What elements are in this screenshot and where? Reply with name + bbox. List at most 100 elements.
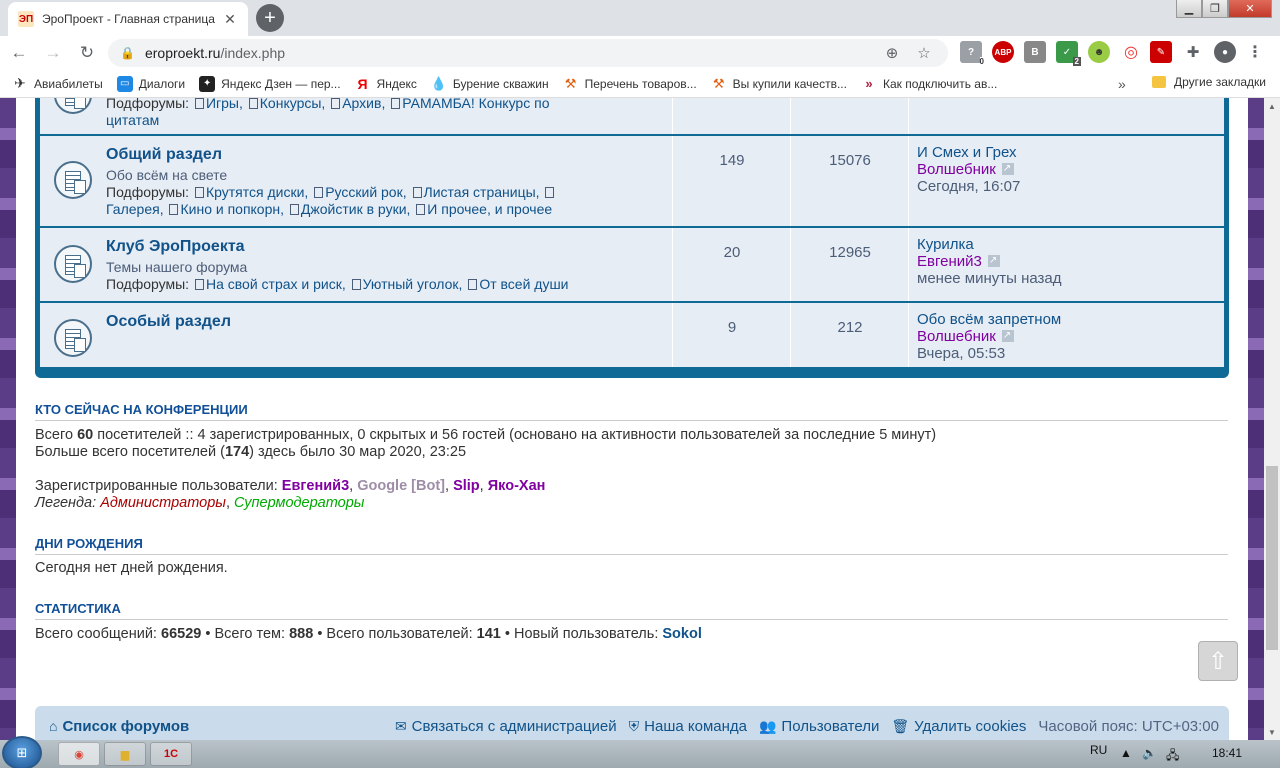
scroll-to-top-button[interactable]: ⇧ [1198, 641, 1238, 681]
forum-page: Подфорумы: Игры, Конкурсы, Архив, РАМАМБ… [16, 98, 1248, 740]
last-post-author-link[interactable]: Волшебник [917, 161, 996, 178]
scroll-up-arrow-icon[interactable]: ▲ [1264, 98, 1280, 114]
scrollbar-thumb[interactable] [1266, 466, 1278, 650]
bookmark-item[interactable]: 💧 Бурение скважин [431, 76, 549, 92]
new-tab-button[interactable]: + [256, 4, 284, 32]
scroll-down-arrow-icon[interactable]: ▼ [1264, 724, 1280, 740]
bookmark-item[interactable]: ✦ Яндекс Дзен — пер... [199, 75, 341, 92]
delete-cookies-link[interactable]: 🗑 Удалить cookies [891, 718, 1026, 735]
url-text[interactable]: eroproekt.ru/index.php [145, 45, 872, 61]
subforum-link[interactable]: Уютный уголок, [363, 276, 463, 292]
target-extension-icon[interactable]: ◎ [1120, 41, 1142, 63]
maximize-window-button[interactable]: ❐ [1202, 0, 1228, 18]
browser-tab-active[interactable]: ЭП ЭроПроект - Главная страница ✕ [8, 2, 248, 36]
language-indicator[interactable]: RU [1090, 743, 1107, 757]
forum-read-icon [54, 161, 92, 199]
bookmark-star-icon[interactable]: ☆ [912, 44, 936, 62]
forum-title-link[interactable]: Клуб ЭроПроекта [106, 238, 245, 256]
last-post-time: менее минуты назад [917, 270, 1062, 287]
bookmark-item[interactable]: Я Яндекс [355, 76, 417, 92]
subforum-link[interactable]: Конкурсы, [260, 98, 326, 111]
forum-title-link[interactable]: Общий раздел [106, 146, 222, 164]
last-post-topic-link[interactable]: Курилка [917, 236, 1062, 253]
page-scrollbar[interactable]: ▲ ▼ [1264, 98, 1280, 740]
windows-start-button[interactable]: ⊞ [2, 736, 42, 768]
goto-last-post-icon[interactable] [1001, 327, 1014, 344]
subforum-link[interactable]: И прочее, и прочее [427, 201, 552, 217]
footer-navbar: ⌂ Список форумов ✉ Связаться с администрац… [35, 706, 1229, 740]
last-post-topic-link[interactable]: И Смех и Грех [917, 144, 1020, 161]
subforum-link[interactable]: Русский рок, [325, 184, 406, 200]
registered-users: Зарегистрированные пользователи: Евгений… [35, 478, 546, 494]
legend-admins-link[interactable]: Администраторы [100, 495, 226, 511]
chrome-taskbar-icon[interactable]: ◉ [58, 742, 100, 766]
reload-icon[interactable]: ↻ [72, 38, 102, 68]
goto-last-post-icon[interactable] [1001, 160, 1014, 177]
window-controls: ▁ ❐ ✕ [1176, 0, 1272, 18]
extension-puzzle-badge[interactable]: ? 0 [960, 41, 984, 66]
user-link[interactable]: Google [Bot] [357, 478, 445, 494]
last-post-topic-link[interactable]: Обо всём запретном [917, 311, 1061, 328]
explorer-taskbar-icon[interactable]: ▆ [104, 742, 146, 766]
bookmark-item[interactable]: » Как подключить ав... [861, 76, 997, 92]
forum-read-icon [54, 98, 92, 114]
forum-title-link[interactable]: Особый раздел [106, 313, 231, 331]
legend-mods-link[interactable]: Супермодераторы [234, 495, 364, 511]
extensions-puzzle-icon[interactable]: ✚ [1182, 41, 1204, 63]
more-bookmarks-chevron-icon[interactable]: » [1118, 76, 1126, 92]
goto-last-post-icon[interactable] [987, 252, 1000, 269]
newest-user-link[interactable]: Sokol [662, 626, 701, 642]
minimize-window-button[interactable]: ▁ [1176, 0, 1202, 18]
last-post-time: Сегодня, 16:07 [917, 178, 1021, 195]
clock-text[interactable]: 18:41 [1212, 746, 1242, 760]
pdf-extension-icon[interactable]: ✎ [1150, 41, 1172, 63]
bookmark-item[interactable]: ▭ Диалоги [116, 75, 185, 92]
back-arrow-icon[interactable]: ← [4, 38, 34, 68]
network-icon[interactable]: 🖧 [1166, 746, 1179, 767]
frog-extension-icon[interactable]: ☻ [1088, 41, 1110, 63]
subforum-link[interactable]: Крутятся диски, [206, 184, 308, 200]
address-bar[interactable]: 🔒 eroproekt.ru/index.php ⊕ ☆ [108, 39, 948, 67]
user-link[interactable]: Slip [453, 478, 480, 494]
b-extension-icon[interactable]: B [1024, 41, 1046, 63]
members-link[interactable]: 👥 Пользователи [759, 718, 879, 735]
subforum-link[interactable]: Игры, [206, 98, 243, 111]
subforum-link[interactable]: Джойстик в руки, [301, 201, 411, 217]
user-link[interactable]: Евгений3 [282, 478, 349, 494]
subforum-link[interactable]: От всей души [479, 276, 568, 292]
volume-icon[interactable]: 🔊 [1142, 746, 1157, 760]
bookmark-item[interactable]: ⚒ Вы купили качеств... [711, 76, 847, 92]
team-link[interactable]: ⛨ Наша команда [629, 718, 747, 735]
online-summary: Всего 60 посетителей :: 4 зарегистрирова… [35, 427, 937, 443]
close-window-button[interactable]: ✕ [1228, 0, 1272, 18]
zoom-icon[interactable]: ⊕ [880, 44, 904, 62]
bookmark-item[interactable]: ⚒ Перечень товаров... [563, 76, 697, 92]
subforum-link[interactable]: РАМАМБА! Конкурс по [402, 98, 549, 111]
subforum-link[interactable]: цитатам [106, 112, 159, 128]
contact-admin-link[interactable]: ✉ Связаться с администрацией [395, 718, 617, 735]
bookmark-item[interactable]: ✈ Авиабилеты [12, 75, 103, 92]
last-post-author-link[interactable]: Волшебник [917, 328, 996, 345]
subforum-link[interactable]: Архив, [342, 98, 385, 111]
subforum-link[interactable]: На свой страх и риск, [206, 276, 346, 292]
tray-expand-icon[interactable]: ▲ [1120, 746, 1132, 760]
subforum-link[interactable]: Листая страницы, [424, 184, 540, 200]
browser-menu-icon[interactable]: ⋮ [1244, 41, 1266, 63]
subforum-link[interactable]: Галерея, [106, 201, 164, 217]
subforum-link[interactable]: Кино и попкорн, [180, 201, 284, 217]
other-bookmarks-folder[interactable]: Другие закладки [1152, 75, 1266, 89]
last-post-author-link[interactable]: Евгений3 [917, 253, 982, 270]
topics-count: 20 [723, 244, 741, 261]
user-link[interactable]: Яко-Хан [488, 478, 546, 494]
last-post: И Смех и Грех Волшебник Сегодня, 16:07 [917, 144, 1020, 195]
forum-index-link[interactable]: ⌂ Список форумов [49, 718, 189, 735]
topics-count: 9 [727, 319, 737, 336]
shield-extension-icon[interactable]: ✓ 2 [1056, 41, 1081, 66]
forward-arrow-icon[interactable]: → [38, 38, 68, 68]
1c-taskbar-icon[interactable]: 1С [150, 742, 192, 766]
lock-icon[interactable]: 🔒 [120, 46, 135, 60]
online-heading[interactable]: КТО СЕЙЧАС НА КОНФЕРЕНЦИИ [35, 402, 1228, 421]
adblock-icon[interactable]: ABP [992, 41, 1014, 63]
close-tab-icon[interactable]: ✕ [222, 11, 238, 28]
profile-avatar-icon[interactable]: ● [1214, 41, 1236, 63]
